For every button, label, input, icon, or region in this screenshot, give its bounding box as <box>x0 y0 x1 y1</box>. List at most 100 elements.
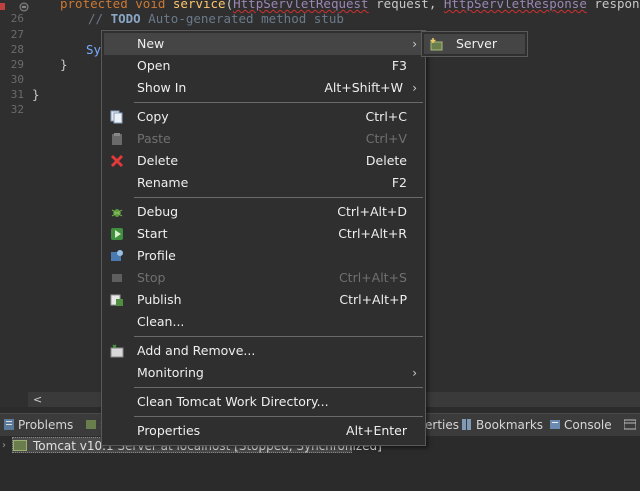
scroll-left-arrow[interactable]: < <box>33 392 42 407</box>
menu-accelerator: Alt+Enter <box>346 423 407 438</box>
menu-accelerator: Ctrl+Alt+D <box>337 204 407 219</box>
menu-item-debug[interactable]: Debug Ctrl+Alt+D <box>104 201 423 223</box>
menu-item-show-in[interactable]: Show In Alt+Shift+W › <box>104 77 423 99</box>
server-icon <box>13 440 27 451</box>
code-line-31[interactable]: } <box>32 88 40 110</box>
param-type: HttpServletResponse <box>443 0 587 11</box>
submenu-arrow-icon: › <box>412 81 417 95</box>
param-name: response <box>594 0 640 11</box>
menu-accelerator: F2 <box>391 175 407 190</box>
brace: } <box>60 57 68 72</box>
context-menu: New › Open F3 Show In Alt+Shift+W › Copy… <box>101 30 426 446</box>
brace: } <box>32 87 40 102</box>
line-numbers: 26 27 28 29 30 31 32 <box>6 0 29 392</box>
menu-label: Add and Remove... <box>137 343 256 358</box>
menu-accelerator: Ctrl+Alt+R <box>338 226 407 241</box>
keyword: void <box>135 0 166 11</box>
param-type: HttpServletRequest <box>233 0 369 11</box>
menu-accelerator: Ctrl+V <box>365 131 407 146</box>
menu-item-new[interactable]: New › <box>104 33 423 55</box>
servers-icon <box>86 420 96 429</box>
menu-item-clean[interactable]: Clean... <box>104 311 423 333</box>
menu-label: Rename <box>137 175 189 190</box>
copy-icon <box>110 110 123 124</box>
tab-bookmarks[interactable]: Bookmarks <box>458 414 547 436</box>
submenu-label: Server <box>456 36 497 51</box>
menu-label: Debug <box>137 204 179 219</box>
menu-label: Copy <box>137 109 169 124</box>
line-number: 31 <box>10 88 24 101</box>
menu-item-profile[interactable]: Profile <box>104 245 423 267</box>
menu-item-add-remove[interactable]: Add and Remove... <box>104 340 423 362</box>
menu-accelerator: F3 <box>391 58 407 73</box>
todo-tag: TODO <box>110 11 141 26</box>
menu-label: Clean Tomcat Work Directory... <box>137 394 329 409</box>
method-name: service <box>172 0 226 11</box>
menu-accelerator: Ctrl+Alt+P <box>339 292 407 307</box>
collapse-icon[interactable] <box>19 2 29 12</box>
tab-label: Problems <box>18 418 74 432</box>
problems-icon <box>4 419 14 430</box>
line-number: 29 <box>10 58 24 71</box>
menu-item-start[interactable]: Start Ctrl+Alt+R <box>104 223 423 245</box>
menu-label: Show In <box>137 80 187 95</box>
code-line-28[interactable]: Sy <box>86 43 101 65</box>
menu-separator <box>134 197 423 198</box>
tab-console[interactable]: Console <box>546 414 616 436</box>
tab-overflow[interactable] <box>620 414 640 436</box>
menu-label: Monitoring <box>137 365 204 380</box>
menu-label: Publish <box>137 292 182 307</box>
debug-icon <box>111 209 123 217</box>
new-submenu: Server <box>421 31 528 57</box>
add-remove-icon <box>110 344 124 358</box>
menu-label: Profile <box>137 248 176 263</box>
menu-item-monitoring[interactable]: Monitoring › <box>104 362 423 384</box>
tab-problems[interactable]: Problems <box>0 414 77 436</box>
submenu-arrow-icon: › <box>412 366 417 380</box>
menu-separator <box>134 387 423 388</box>
tab-label: Bookmarks <box>476 418 544 432</box>
keyword: protected <box>60 0 128 11</box>
menu-label: New <box>137 36 165 51</box>
menu-label: Paste <box>137 131 171 146</box>
profile-icon <box>111 250 123 261</box>
start-icon <box>111 228 123 240</box>
submenu-item-server[interactable]: Server <box>424 34 525 54</box>
submenu-arrow-icon: › <box>412 37 417 51</box>
delete-icon <box>110 154 124 168</box>
line-number: 32 <box>10 103 24 116</box>
menu-accelerator: Alt+Shift+W <box>324 80 403 95</box>
menu-item-properties[interactable]: Properties Alt+Enter <box>104 420 423 442</box>
code-line-29[interactable]: } <box>60 58 68 80</box>
param-name: request <box>376 0 429 11</box>
console-icon <box>550 420 560 429</box>
tab-label: Console <box>564 418 612 432</box>
menu-accelerator: Delete <box>365 153 407 168</box>
menu-separator <box>134 102 423 103</box>
menu-item-open[interactable]: Open F3 <box>104 55 423 77</box>
identifier: Sy <box>86 42 102 57</box>
menu-accelerator: Ctrl+C <box>365 109 407 124</box>
paste-icon <box>112 133 122 145</box>
menu-item-stop[interactable]: Stop Ctrl+Alt+S <box>104 267 423 289</box>
menu-label: Stop <box>137 270 166 285</box>
bookmarks-icon <box>462 419 471 430</box>
tab-label: erties <box>425 418 459 432</box>
menu-label: Start <box>137 226 168 241</box>
line-number: 26 <box>10 12 24 25</box>
menu-item-publish[interactable]: Publish Ctrl+Alt+P <box>104 289 423 311</box>
menu-label: Clean... <box>137 314 185 329</box>
menu-separator <box>134 416 423 417</box>
expand-chevron-icon[interactable]: › <box>2 437 6 455</box>
menu-item-delete[interactable]: Delete Delete <box>104 150 423 172</box>
menu-item-rename[interactable]: Rename F2 <box>104 172 423 194</box>
menu-item-clean-work-dir[interactable]: Clean Tomcat Work Directory... <box>104 391 423 413</box>
menu-label: Properties <box>137 423 201 438</box>
new-server-icon <box>430 38 443 51</box>
menu-accelerator: Ctrl+Alt+S <box>338 270 407 285</box>
comment: Auto-generated method stub <box>148 11 344 26</box>
menu-item-paste[interactable]: Paste Ctrl+V <box>104 128 423 150</box>
menu-label: Delete <box>137 153 179 168</box>
tab-properties[interactable]: erties <box>421 414 463 436</box>
menu-item-copy[interactable]: Copy Ctrl+C <box>104 106 423 128</box>
